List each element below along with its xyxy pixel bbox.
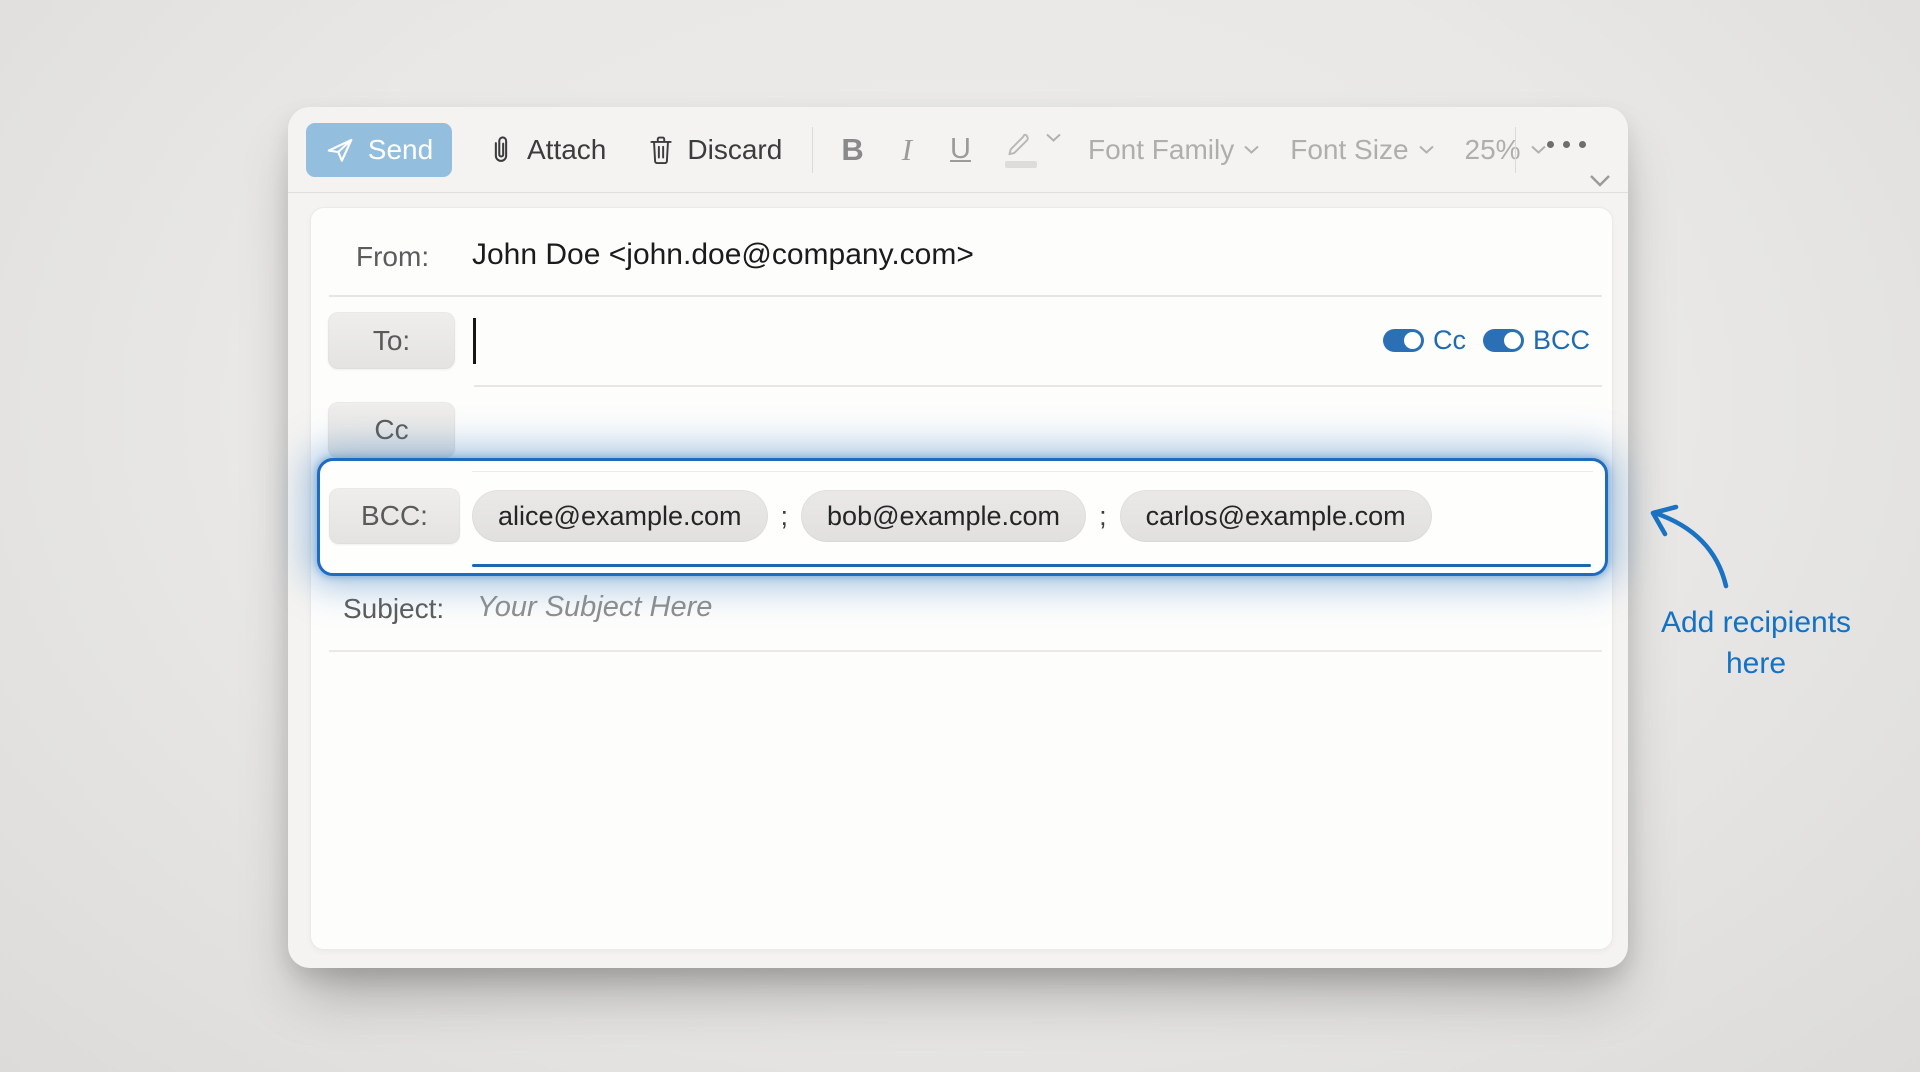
font-family-dropdown[interactable]: Font Family xyxy=(1088,134,1260,166)
annotation-arrow-icon xyxy=(1638,500,1748,600)
field-divider xyxy=(329,650,1602,652)
italic-button[interactable]: I xyxy=(902,132,912,168)
chevron-down-icon xyxy=(1243,144,1260,155)
attach-button-label: Attach xyxy=(527,134,606,166)
discard-button-label: Discard xyxy=(687,134,782,166)
bcc-input-underline xyxy=(472,564,1591,567)
bcc-field-button[interactable]: BCC: xyxy=(329,488,460,544)
annotation-text: Add recipients here xyxy=(1638,602,1874,684)
more-options-button[interactable] xyxy=(1547,141,1586,148)
from-label: From: xyxy=(356,241,429,273)
discard-button[interactable]: Discard xyxy=(648,134,782,166)
bcc-recipient-chips: alice@example.com ; bob@example.com ; ca… xyxy=(472,490,1432,542)
to-field-button[interactable]: To: xyxy=(328,312,455,369)
toolbar-divider xyxy=(1515,127,1516,173)
chevron-down-icon xyxy=(1418,144,1435,155)
highlight-color-swatch xyxy=(1005,161,1037,168)
subject-input[interactable]: Your Subject Here xyxy=(477,591,712,624)
cc-toggle[interactable]: Cc xyxy=(1383,325,1466,356)
subject-label: Subject: xyxy=(343,593,444,625)
cc-toggle-label: Cc xyxy=(1433,325,1466,356)
desktop-background: Send Attach Discard xyxy=(0,0,1920,1072)
bcc-field[interactable]: BCC: alice@example.com ; bob@example.com… xyxy=(317,458,1608,576)
annotation-line1: Add recipients xyxy=(1661,606,1851,639)
font-family-label: Font Family xyxy=(1088,134,1234,166)
trash-icon xyxy=(648,135,674,165)
toggle-on-icon xyxy=(1483,329,1524,352)
bold-button[interactable]: B xyxy=(841,132,863,168)
bcc-toggle[interactable]: BCC xyxy=(1483,325,1590,356)
chevron-down-icon xyxy=(1588,173,1612,188)
chevron-down-icon xyxy=(1045,132,1062,143)
field-divider xyxy=(329,295,1602,297)
recipient-chip[interactable]: bob@example.com xyxy=(801,490,1086,542)
more-options-icon xyxy=(1547,141,1554,148)
cc-field-button[interactable]: Cc xyxy=(328,402,455,458)
zoom-value: 25% xyxy=(1465,134,1521,166)
bcc-toggle-label: BCC xyxy=(1533,325,1590,356)
zoom-dropdown[interactable]: 25% xyxy=(1465,134,1547,166)
paper-plane-icon xyxy=(325,135,355,165)
highlighter-pen-icon xyxy=(1006,132,1036,158)
attach-button[interactable]: Attach xyxy=(488,134,606,166)
underline-button[interactable]: U xyxy=(950,133,971,166)
more-options-icon xyxy=(1563,141,1570,148)
field-divider xyxy=(472,471,1593,472)
recipient-separator: ; xyxy=(781,501,789,532)
message-body-input[interactable] xyxy=(313,654,1610,947)
compose-window: Send Attach Discard xyxy=(288,107,1628,968)
font-size-label: Font Size xyxy=(1290,134,1408,166)
recipient-separator: ; xyxy=(1099,501,1107,532)
field-divider xyxy=(474,385,1602,387)
send-button[interactable]: Send xyxy=(306,123,452,177)
more-options-icon xyxy=(1579,141,1586,148)
send-button-label: Send xyxy=(368,134,433,166)
font-size-dropdown[interactable]: Font Size xyxy=(1290,134,1434,166)
annotation-line2: here xyxy=(1726,647,1786,680)
highlight-color-button[interactable] xyxy=(1005,132,1062,168)
compose-toolbar: Send Attach Discard xyxy=(288,107,1628,193)
recipient-chip[interactable]: alice@example.com xyxy=(472,490,768,542)
message-form: From: John Doe <john.doe@company.com> To… xyxy=(310,207,1613,950)
recipient-chip[interactable]: carlos@example.com xyxy=(1120,490,1432,542)
from-value: John Doe <john.doe@company.com> xyxy=(472,238,974,272)
paperclip-icon xyxy=(488,134,514,166)
toolbar-divider xyxy=(812,127,813,173)
text-cursor xyxy=(473,318,476,364)
chevron-down-icon xyxy=(1530,144,1547,155)
collapse-toolbar-button[interactable] xyxy=(1588,173,1612,188)
recipient-toggles: Cc BCC xyxy=(1383,325,1590,356)
toggle-on-icon xyxy=(1383,329,1424,352)
